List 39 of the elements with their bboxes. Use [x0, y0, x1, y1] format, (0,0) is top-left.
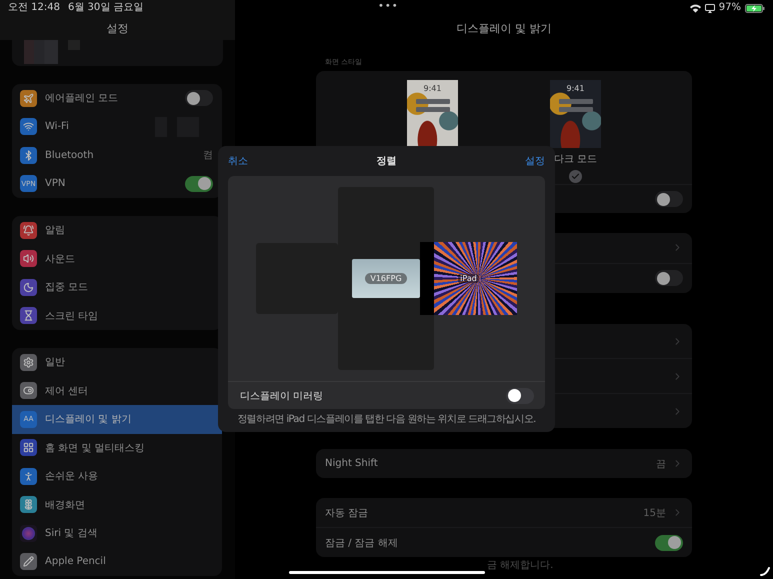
sidebar-item[interactable]: Siri 및 검색	[12, 519, 222, 548]
row-value: 켬	[203, 149, 213, 162]
footer-note: 금 해제합니다.	[487, 560, 554, 571]
display-name: V16FPG	[365, 273, 407, 284]
sidebar-item[interactable]: 손쉬운 사용	[12, 462, 222, 490]
sidebar-item[interactable]: 알림	[12, 216, 222, 244]
external-display[interactable]: V16FPG	[352, 259, 420, 298]
sidebar-item[interactable]: 일반	[12, 348, 222, 376]
cancel-button[interactable]: 취소	[228, 154, 248, 168]
hint-text: 정렬하려면 iPad 디스플레이를 탭한 다음 원하는 위치로 드래그하십시오.	[236, 414, 537, 426]
done-button[interactable]: 설정	[525, 154, 545, 168]
option-label: 다크 모드	[554, 153, 598, 166]
sidebar-item[interactable]: 집중 모드	[12, 273, 222, 302]
display-name: iPad	[458, 274, 479, 283]
settings-row[interactable]: 잠금 / 잠금 해제	[316, 527, 692, 557]
sidebar-item[interactable]: Bluetooth 켬	[12, 141, 222, 170]
sidebar-item[interactable]: 에어플레인 모드	[12, 84, 222, 112]
wallpaper-thumbnail[interactable]: 9:41	[407, 80, 458, 148]
row-value: 끔	[656, 458, 666, 470]
settings-row[interactable]: Night Shift 끔	[316, 449, 692, 478]
sidebar-item[interactable]: 배경화면	[12, 490, 222, 519]
settings-row[interactable]: 자동 잠금 15분	[316, 498, 692, 527]
sidebar-title: 설정	[106, 21, 128, 36]
sidebar-item[interactable]: 스크린 타임	[12, 302, 222, 330]
battery-percent: 97%	[718, 2, 741, 14]
status-date: 6월 30일 금요일	[68, 2, 144, 14]
ipad-display[interactable]: iPad	[420, 242, 517, 315]
sidebar-item[interactable]: Wi-Fi	[12, 112, 222, 141]
mirroring-label: 디스플레이 미러링	[240, 390, 324, 402]
sidebar-item[interactable]: 제어 센터	[12, 376, 222, 405]
sidebar-item[interactable]: 홈 화면 및 멀티태스킹	[12, 434, 222, 462]
multitasking-dots[interactable]: •••	[378, 1, 399, 12]
row-value: 15분	[643, 506, 666, 520]
sidebar-item[interactable]: 사운드	[12, 244, 222, 273]
wallpaper-thumbnail[interactable]: 9:41	[550, 80, 601, 148]
dialog-title: 정렬	[376, 155, 396, 168]
status-time: 오전 12:48	[8, 2, 60, 14]
page-title: 디스플레이 및 밝기	[456, 21, 552, 36]
sidebar-item[interactable]: Apple Pencil	[12, 548, 222, 576]
